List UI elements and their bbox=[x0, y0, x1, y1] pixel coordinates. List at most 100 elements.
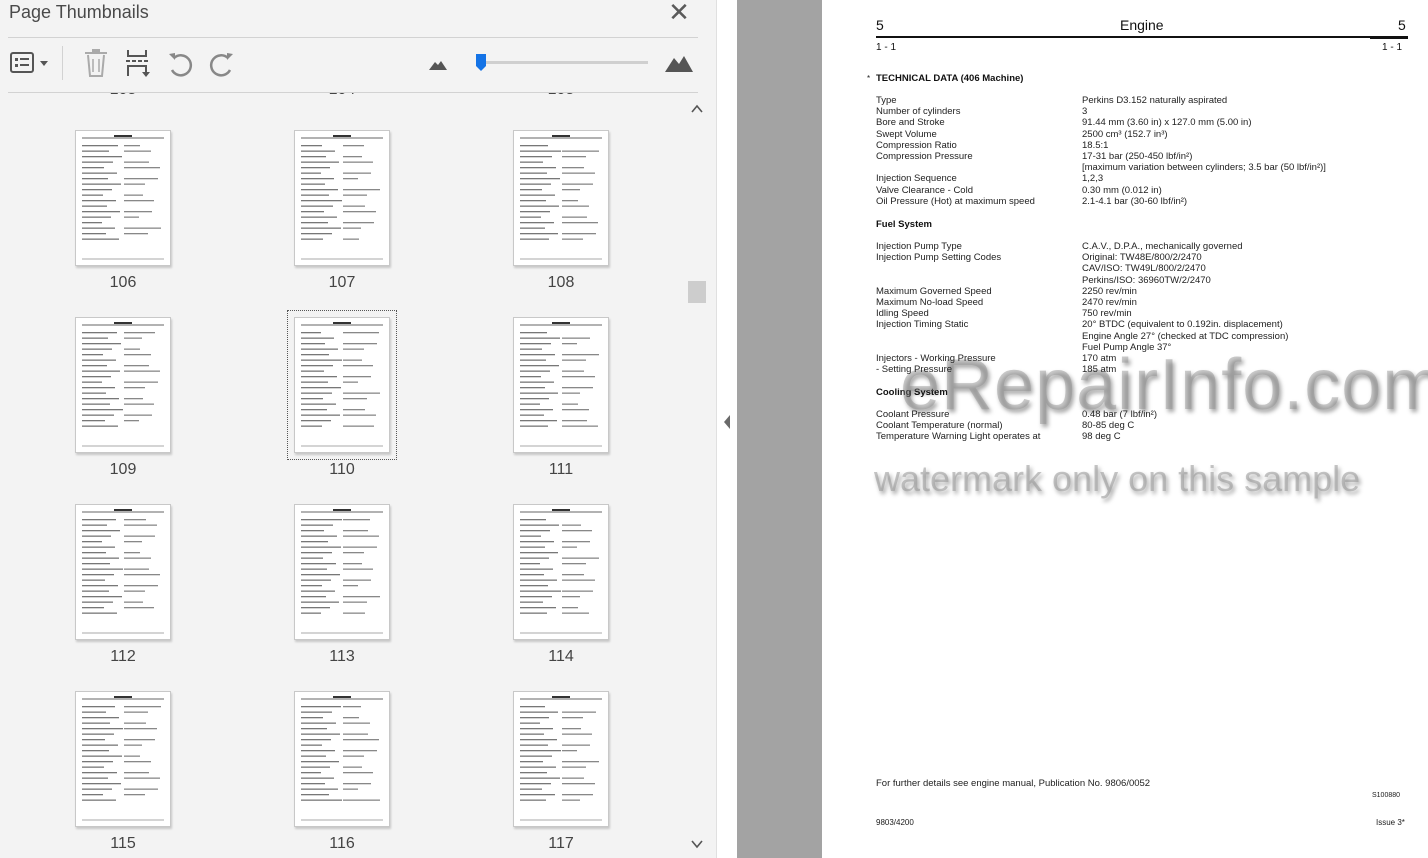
thumbnail-preview bbox=[82, 696, 164, 821]
thumbnail-preview bbox=[301, 509, 383, 634]
thumbnail-number-partial: 105 bbox=[75, 93, 171, 99]
thumbnail-number: 111 bbox=[548, 461, 574, 478]
fuel-spec-label: Injection Pump Type bbox=[876, 241, 962, 252]
delete-pages-button[interactable] bbox=[82, 48, 110, 78]
zoom-out-thumbnails-button[interactable] bbox=[428, 56, 448, 72]
extract-pages-button[interactable] bbox=[124, 48, 152, 78]
thumbnail-page-115[interactable] bbox=[75, 691, 171, 827]
fuel-spec-value: CAV/ISO: TW49L/800/2/2470 bbox=[1082, 263, 1206, 275]
figure-reference: S100880 bbox=[1372, 792, 1401, 799]
thumbnail-options-button[interactable] bbox=[8, 50, 52, 78]
fuel-spec-value: 2250 rev/min bbox=[1082, 285, 1137, 297]
general-spec-value: 2.1-4.1 bar (30-60 lbf/in²) bbox=[1082, 195, 1188, 207]
general-spec-value: 18.5:1 bbox=[1082, 139, 1109, 151]
mountain-small-icon bbox=[429, 61, 447, 70]
thumbnail-preview bbox=[82, 135, 164, 260]
thumbnail-preview bbox=[301, 322, 383, 447]
thumbnail-preview bbox=[520, 509, 602, 634]
general-spec-value: 91.44 mm (3.60 in) x 127.0 mm (5.00 in) bbox=[1082, 117, 1252, 129]
thumbnail-grid: 105 104 105 106 107 108 109 110 111 112 113 114 1… bbox=[0, 93, 686, 858]
panel-header: Page Thumbnails ✕ bbox=[0, 0, 716, 40]
rotate-clockwise-button[interactable] bbox=[208, 50, 236, 78]
thumbnail-page-114[interactable] bbox=[513, 504, 609, 640]
cooling-spec-value: 80-85 deg C bbox=[1082, 420, 1135, 432]
header-section-title: Engine bbox=[1120, 17, 1164, 33]
thumbnail-page-106[interactable] bbox=[75, 130, 171, 266]
document-page: 5 Engine 5 1 - 1 1 - 1 * TECHNICAL DATA … bbox=[822, 0, 1428, 858]
thumbnail-size-slider-thumb[interactable] bbox=[475, 53, 487, 72]
thumbnail-page-110[interactable] bbox=[294, 317, 390, 453]
thumbnail-number: 117 bbox=[548, 835, 574, 852]
fuel-spec-value: 20° BTDC (equivalent to 0.192in. displac… bbox=[1082, 319, 1283, 331]
general-spec-value: 1,2,3 bbox=[1082, 173, 1104, 185]
revision-marker: * bbox=[867, 74, 871, 83]
fuel-spec-label: Injectors - Working Pressure bbox=[876, 353, 996, 364]
panel-title: Page Thumbnails bbox=[9, 2, 149, 22]
fuel-spec-label: Injection Timing Static bbox=[876, 319, 969, 331]
fuel-spec-label: Injection Pump Setting Codes bbox=[876, 252, 1002, 264]
fuel-spec-value: C.A.V., D.P.A., mechanically governed bbox=[1082, 241, 1243, 252]
fuel-spec-value: Perkins/ISO: 36960TW/2/2470 bbox=[1082, 274, 1211, 286]
thumbnail-page-117[interactable] bbox=[513, 691, 609, 827]
thumbnail-preview bbox=[520, 322, 602, 447]
general-spec-value: 2500 cm³ (152.7 in³) bbox=[1082, 128, 1168, 140]
fuel-spec-label: Maximum Governed Speed bbox=[876, 285, 992, 297]
rotate-counterclockwise-button[interactable] bbox=[166, 50, 194, 78]
general-spec-label: Number of cylinders bbox=[876, 106, 961, 118]
panel-splitter[interactable] bbox=[716, 0, 736, 858]
cooling-spec-label: Coolant Pressure bbox=[876, 409, 950, 420]
fuel-spec-label: Idling Speed bbox=[876, 308, 929, 320]
watermark-sub: watermark only on this sample bbox=[874, 458, 1361, 499]
document-viewport[interactable]: 5 Engine 5 1 - 1 1 - 1 * TECHNICAL DATA … bbox=[737, 0, 1428, 858]
thumbnail-size-slider-track[interactable] bbox=[478, 61, 648, 64]
footer-issue: Issue 3* bbox=[1376, 818, 1405, 827]
collapse-panel-icon[interactable] bbox=[722, 414, 732, 435]
section-title: TECHNICAL DATA (406 Machine) bbox=[876, 73, 1024, 84]
thumbnail-number-partial: 104 bbox=[294, 93, 390, 99]
thumbnail-preview bbox=[520, 696, 602, 821]
thumbnail-number: 110 bbox=[329, 461, 355, 478]
scroll-up-icon[interactable] bbox=[689, 101, 705, 117]
thumbnail-preview bbox=[82, 509, 164, 634]
fuel-system-title: Fuel System bbox=[876, 219, 932, 230]
header-page-left: 1 - 1 bbox=[876, 42, 897, 53]
scroll-thumb[interactable] bbox=[688, 281, 706, 303]
thumbnail-number-partial: 105 bbox=[513, 93, 609, 99]
header-page-right: 1 - 1 bbox=[1382, 42, 1403, 53]
thumbnail-number: 107 bbox=[328, 274, 356, 291]
general-spec-value: [maximum variation between cylinders; 3.… bbox=[1082, 162, 1326, 174]
header-rule bbox=[876, 36, 1408, 38]
thumbnail-number: 108 bbox=[547, 274, 575, 291]
cooling-spec-value: 0.48 bar (7 lbf/in²) bbox=[1082, 409, 1157, 420]
header-section-number-right: 5 bbox=[1398, 17, 1406, 33]
thumbnail-number: 113 bbox=[329, 648, 355, 665]
general-spec-label: Type bbox=[876, 95, 897, 106]
fuel-spec-label: - Setting Pressure bbox=[876, 364, 953, 376]
header-divider bbox=[8, 37, 698, 38]
general-spec-value: 0.30 mm (0.012 in) bbox=[1082, 184, 1162, 196]
rotate-clockwise-icon bbox=[209, 53, 233, 77]
general-spec-label: Bore and Stroke bbox=[876, 117, 945, 129]
general-spec-value: 17-31 bar (250-450 lbf/in²) bbox=[1082, 151, 1193, 162]
close-icon[interactable]: ✕ bbox=[664, 0, 694, 26]
thumbnail-page-113[interactable] bbox=[294, 504, 390, 640]
thumbnail-page-107[interactable] bbox=[294, 130, 390, 266]
thumbnail-page-116[interactable] bbox=[294, 691, 390, 827]
header-rule-short bbox=[1370, 38, 1408, 39]
thumbnail-page-112[interactable] bbox=[75, 504, 171, 640]
thumbnail-number: 109 bbox=[109, 461, 137, 478]
fuel-spec-label: Maximum No-load Speed bbox=[876, 297, 984, 308]
mountain-large-icon bbox=[665, 56, 693, 72]
general-spec-value: Perkins D3.152 naturally aspirated bbox=[1082, 95, 1228, 106]
thumbnail-options-icon bbox=[10, 52, 48, 73]
thumbnail-page-109[interactable] bbox=[75, 317, 171, 453]
thumbnail-page-108[interactable] bbox=[513, 130, 609, 266]
thumbnail-page-111[interactable] bbox=[513, 317, 609, 453]
footnote: For further details see engine manual, P… bbox=[876, 778, 1151, 789]
thumbnail-scrollbar[interactable] bbox=[686, 93, 708, 858]
scroll-down-icon[interactable] bbox=[689, 836, 705, 852]
general-spec-label: Valve Clearance - Cold bbox=[876, 184, 973, 196]
general-spec-label: Compression Pressure bbox=[876, 151, 973, 162]
fuel-spec-value: Engine Angle 27° (checked at TDC compres… bbox=[1082, 330, 1289, 342]
zoom-in-thumbnails-button[interactable] bbox=[664, 52, 694, 74]
